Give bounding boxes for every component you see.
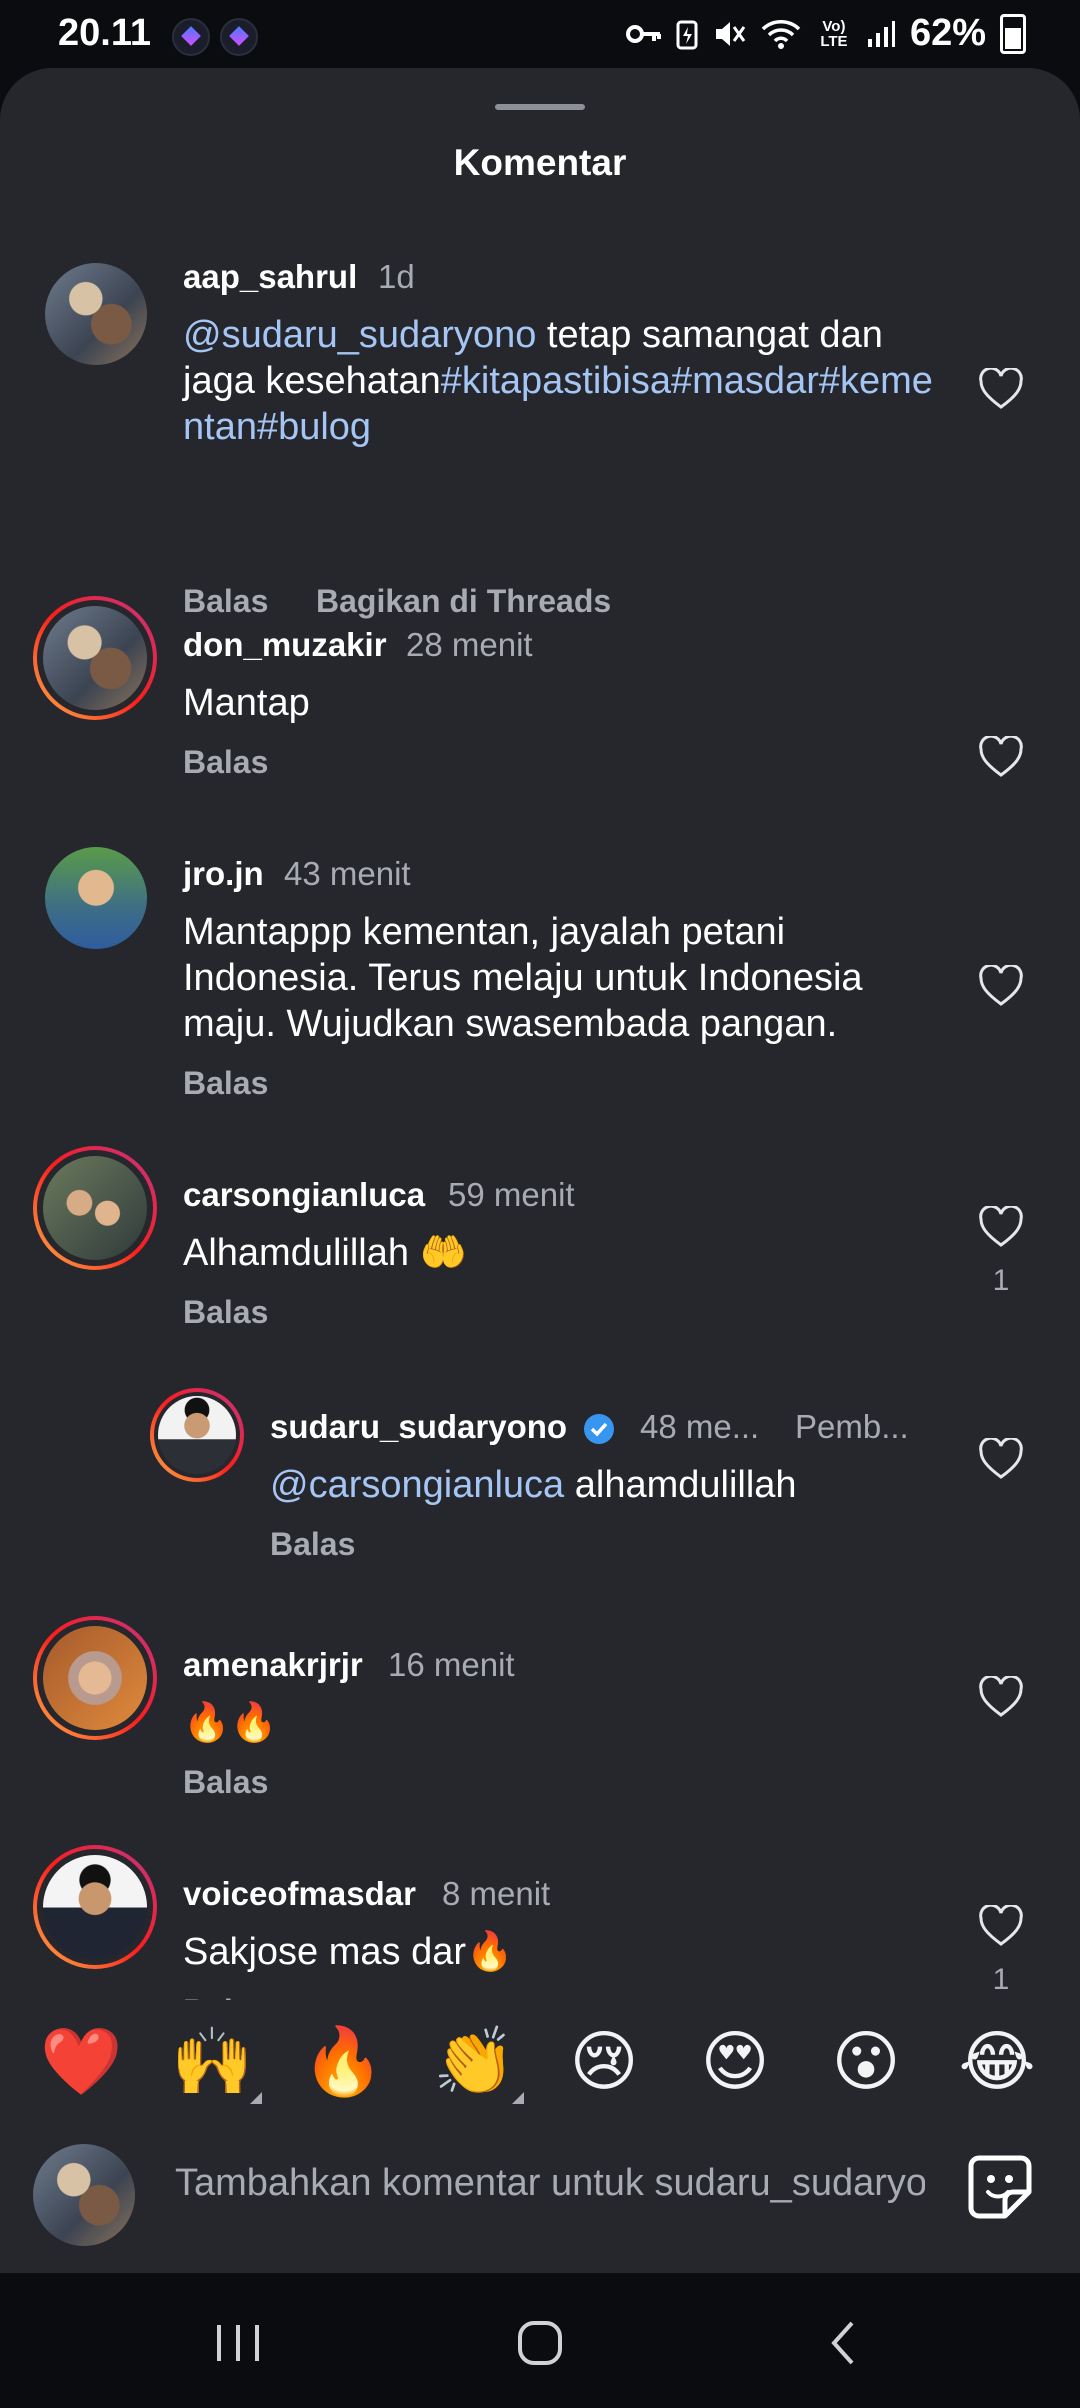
variant-indicator-icon [250,2092,262,2104]
verified-badge-icon [584,1414,614,1444]
avatar[interactable] [33,1845,157,1969]
comment-time: 43 menit [284,855,411,892]
like-count: 1 [992,1963,1010,1996]
home-icon[interactable] [505,2313,575,2373]
comment-input[interactable]: Tambahkan komentar untuk sudaru_sudaryon… [175,2162,925,2205]
reply-button[interactable]: Balas [183,1764,268,1801]
comment-text: Alhamdulillah 🤲 [183,1232,467,1274]
status-bar: 20.11 Vo) LTE 62% [0,0,1080,70]
emoji-heart-eyes[interactable]: 😍 [695,2026,775,2096]
like-heart-icon[interactable] [978,736,1024,778]
comment-text: @sudaru_sudaryono tetap samangat dan jag… [183,312,933,450]
reply-button[interactable]: Balas [183,1294,268,1331]
emoji-crying[interactable]: 😢 [564,2026,644,2096]
current-user-avatar [33,2144,135,2246]
comment-username[interactable]: don_muzakir [183,626,387,664]
emoji-heart[interactable]: ❤️ [40,2026,122,2096]
mention-link[interactable]: @carsongianluca [270,1464,564,1506]
comment-list[interactable]: aap_sahrul 1d @sudaru_sudaryono tetap sa… [0,228,1080,2003]
like-heart-icon[interactable] [978,1905,1024,1947]
comment-time: 28 menit [406,626,533,663]
author-badge: Pemb... [795,1408,909,1445]
avatar[interactable] [33,1146,157,1270]
sheet-title: Komentar [453,142,627,183]
back-icon[interactable] [808,2313,878,2373]
like-heart-icon[interactable] [978,1676,1024,1718]
avatar[interactable] [45,263,147,365]
comments-sheet: Komentar aap_sahrul 1d @sudaru_sudaryono… [0,68,1080,2273]
avatar[interactable] [33,1616,157,1740]
comment-username[interactable]: carsongianluca [183,1176,425,1214]
emoji-raised-hands[interactable]: 🙌 [171,2026,253,2096]
app-notification-icon [220,18,258,56]
comment-text: 🔥🔥 [183,1702,278,1744]
reply-button[interactable]: Balas [270,1526,355,1563]
key-icon [625,24,661,43]
like-count: 1 [992,1264,1010,1297]
emoji-fire[interactable]: 🔥 [302,2026,384,2096]
share-threads-button[interactable]: Bagikan di Threads [316,583,611,620]
signal-icon [867,20,895,47]
comment-time: 16 menit [388,1646,515,1683]
notification-icons [172,18,258,56]
variant-indicator-icon [512,2092,524,2104]
comment-username[interactable]: voiceofmasdar [183,1875,416,1913]
emoji-surprised[interactable]: 😮 [826,2026,906,2096]
comment-time: 8 menit [442,1875,551,1912]
status-right: Vo) LTE 62% [625,12,1026,55]
comment-time: 59 menit [448,1176,575,1213]
like-heart-icon[interactable] [978,1206,1024,1248]
reply-button[interactable]: Balas [183,1065,268,1102]
app-notification-icon [172,18,210,56]
comment-username[interactable]: aap_sahrul [183,258,357,296]
emoji-clap[interactable]: 👏 [433,2026,515,2096]
like-heart-icon[interactable] [978,965,1024,1007]
comment-text: Sakjose mas dar🔥 [183,1931,514,1973]
comment-username[interactable]: sudaru_sudaryono [270,1408,567,1446]
avatar[interactable] [33,596,157,720]
comment-username[interactable]: amenakrjrjr [183,1646,363,1684]
comment-time: 48 me... [640,1408,760,1445]
comment-composer: Tambahkan komentar untuk sudaru_sudaryon… [0,2120,1080,2270]
recent-apps-icon[interactable] [203,2313,273,2373]
reply-button[interactable]: Balas [183,744,268,781]
volte-label: Vo) LTE [820,17,848,50]
emoji-laughing[interactable]: 😂 [957,2026,1037,2096]
battery-saver-icon [676,20,698,49]
avatar[interactable] [150,1388,244,1482]
sticker-icon[interactable] [965,2152,1035,2222]
mention-link[interactable]: @sudaru_sudaryono [183,314,536,356]
comment-text: @carsongianluca alhamdulillah [270,1464,797,1506]
comment-time: 1d [378,258,415,295]
drag-handle[interactable] [495,104,585,110]
like-heart-icon[interactable] [978,368,1024,410]
battery-icon [1000,13,1026,54]
system-navigation-bar [0,2273,1080,2408]
comment-username[interactable]: jro.jn [183,855,264,893]
reply-button[interactable]: Balas [183,583,268,620]
battery-percent: 62% [909,12,986,54]
comment-text: Mantappp kementan, jayalah petani Indone… [183,911,863,1045]
status-time: 20.11 [58,12,151,54]
comment-text: Mantap [183,682,310,724]
avatar[interactable] [45,847,147,949]
like-heart-icon[interactable] [978,1438,1024,1480]
mute-icon [715,21,746,46]
wifi-icon [761,19,801,49]
